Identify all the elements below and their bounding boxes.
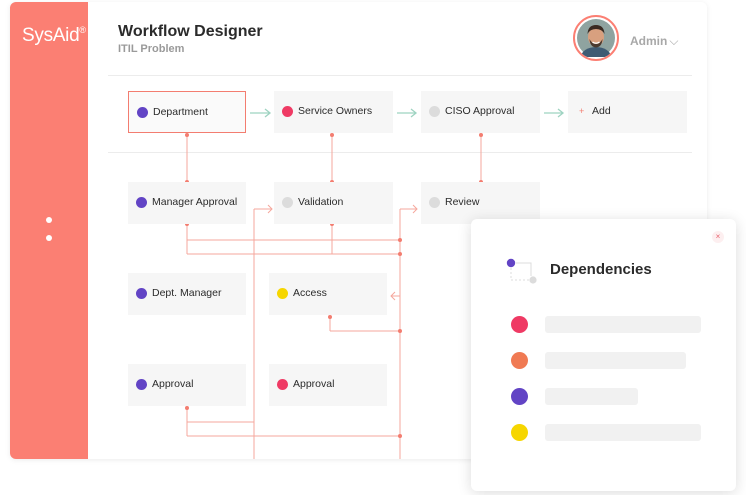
- dependency-dot: [511, 352, 528, 369]
- node-approval-1[interactable]: Approval: [128, 364, 246, 406]
- close-icon[interactable]: ×: [712, 231, 724, 243]
- dependencies-panel: × Dependencies: [471, 219, 736, 491]
- status-dot: [136, 288, 147, 299]
- status-dot: [429, 106, 440, 117]
- status-dot: [429, 197, 440, 208]
- node-department[interactable]: Department: [128, 91, 246, 133]
- dependencies-icon: [506, 258, 537, 284]
- node-access[interactable]: Access: [269, 273, 387, 315]
- node-label: Review: [445, 196, 480, 208]
- node-label: Service Owners: [298, 105, 373, 117]
- node-label: Validation: [298, 196, 344, 208]
- node-label: Add: [592, 105, 611, 117]
- node-service-owners[interactable]: Service Owners: [274, 91, 393, 133]
- node-label: Department: [153, 106, 208, 118]
- dependency-bar: [545, 316, 701, 333]
- add-node-button[interactable]: + Add: [568, 91, 687, 133]
- node-approval-2[interactable]: Approval: [269, 364, 387, 406]
- node-label: Manager Approval: [152, 196, 238, 208]
- node-label: Access: [293, 287, 327, 299]
- status-dot: [137, 107, 148, 118]
- node-label: Dept. Manager: [152, 287, 222, 299]
- status-dot: [277, 379, 288, 390]
- dependency-dot: [511, 316, 528, 333]
- dependency-bar: [545, 388, 638, 405]
- node-label: Approval: [152, 378, 194, 390]
- node-review[interactable]: Review: [421, 182, 540, 224]
- status-dot: [136, 379, 147, 390]
- status-dot: [282, 106, 293, 117]
- status-dot: [282, 197, 293, 208]
- panel-title: Dependencies: [550, 261, 652, 278]
- node-ciso-approval[interactable]: CISO Approval: [421, 91, 540, 133]
- dependency-dot: [511, 424, 528, 441]
- dependency-bar: [545, 424, 701, 441]
- dependency-dot: [511, 388, 528, 405]
- node-dept-manager[interactable]: Dept. Manager: [128, 273, 246, 315]
- dependency-bar: [545, 352, 686, 369]
- node-manager-approval[interactable]: Manager Approval: [128, 182, 246, 224]
- plus-icon: +: [579, 106, 585, 116]
- node-label: CISO Approval: [445, 105, 515, 117]
- node-label: Approval: [293, 378, 335, 390]
- status-dot: [136, 197, 147, 208]
- node-validation[interactable]: Validation: [274, 182, 393, 224]
- status-dot: [277, 288, 288, 299]
